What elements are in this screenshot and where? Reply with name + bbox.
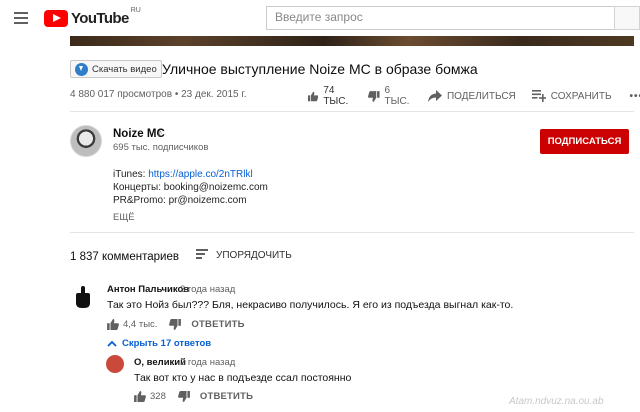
comment-avatar[interactable] xyxy=(70,284,96,310)
watermark: Atam.ndvuz.na.ou.ab xyxy=(509,396,604,407)
download-video-label: Скачать видео xyxy=(92,63,157,75)
thumbs-down-icon[interactable] xyxy=(177,391,190,402)
thumbs-up-icon[interactable] xyxy=(107,319,119,330)
thumbs-up-icon xyxy=(308,91,319,101)
music-note-icon: ♪ xyxy=(157,127,163,139)
hide-replies-button[interactable]: Скрыть 17 ответов xyxy=(107,338,211,349)
save-label: СОХРАНИТЬ xyxy=(550,90,612,102)
video-player[interactable] xyxy=(70,36,634,46)
reply-time[interactable]: 2 года назад xyxy=(180,357,235,368)
share-button[interactable]: ПОДЕЛИТЬСЯ xyxy=(427,90,516,102)
channel-avatar[interactable] xyxy=(70,125,102,157)
sort-label: УПОРЯДОЧИТЬ xyxy=(216,249,292,261)
reply-author[interactable]: О, великий xyxy=(134,357,186,368)
reply-text: Так вот кто у нас в подъезде ссал постоя… xyxy=(134,372,352,384)
search-input[interactable]: Введите запрос xyxy=(266,6,614,30)
sort-icon xyxy=(196,249,208,261)
reply-actions: 328 ОТВЕТИТЬ xyxy=(134,391,253,402)
logo-region: RU xyxy=(130,7,141,14)
dislike-button[interactable]: 6 ТЫС. xyxy=(367,85,412,107)
reply-button[interactable]: ОТВЕТИТЬ xyxy=(200,391,253,402)
description-promo-line: PR&Promo: pr@noizemc.com xyxy=(113,195,247,206)
comment-text: Так это Нойз был??? Бля, некрасиво получ… xyxy=(107,299,514,311)
hide-replies-label: Скрыть 17 ответов xyxy=(122,338,212,349)
sort-comments-button[interactable]: УПОРЯДОЧИТЬ xyxy=(196,249,292,261)
comment-actions: 4,4 тыс. ОТВЕТИТЬ xyxy=(107,319,245,330)
subscribe-button[interactable]: ПОДПИСАТЬСЯ xyxy=(540,129,629,154)
youtube-play-icon xyxy=(44,9,68,27)
comment-time[interactable]: 3 года назад xyxy=(180,284,235,295)
thumbs-down-icon xyxy=(367,90,380,102)
itunes-link[interactable]: https://apple.co/2nTRlkl xyxy=(148,169,253,180)
comment-count: 1 837 комментариев xyxy=(70,251,179,263)
logo-text: YouTube xyxy=(71,9,129,27)
share-label: ПОДЕЛИТЬСЯ xyxy=(446,90,516,102)
share-icon xyxy=(427,90,442,102)
itunes-label: iTunes: xyxy=(113,169,149,180)
hand-gesture-icon xyxy=(76,286,90,308)
youtube-logo[interactable]: YouTube RU xyxy=(44,7,141,27)
divider xyxy=(70,111,634,112)
subscriber-count: 695 тыс. подписчиков xyxy=(113,142,209,153)
comment-like-count: 4,4 тыс. xyxy=(123,319,158,330)
save-button[interactable]: СОХРАНИТЬ xyxy=(531,90,612,102)
chevron-up-icon xyxy=(107,340,117,347)
video-description: iTunes: https://apple.co/2nTRlkl Концерт… xyxy=(113,168,268,207)
more-actions-icon[interactable]: ••• xyxy=(630,91,640,102)
playlist-add-icon xyxy=(531,90,546,102)
description-itunes-line: iTunes: https://apple.co/2nTRlkl xyxy=(113,168,268,181)
download-icon xyxy=(75,62,88,76)
video-actions: 74 ТЫС. 6 ТЫС. ПОДЕЛИТЬСЯ СОХРАНИТЬ ••• xyxy=(308,85,640,107)
like-button[interactable]: 74 ТЫС. xyxy=(308,85,352,107)
show-more-button[interactable]: ЕЩЁ xyxy=(113,212,135,223)
download-video-button[interactable]: Скачать видео xyxy=(70,60,162,78)
video-title: Уличное выступление Noize MC в образе бо… xyxy=(162,61,478,77)
reply-avatar[interactable] xyxy=(106,355,124,373)
comment-author[interactable]: Антон Пальчиков xyxy=(107,284,189,295)
divider xyxy=(70,232,634,233)
search-button[interactable] xyxy=(614,6,640,30)
thumbs-up-icon[interactable] xyxy=(134,391,146,402)
dislike-count: 6 ТЫС. xyxy=(384,85,410,107)
description-concerts-line: Концерты: booking@noizemc.com xyxy=(113,182,268,193)
thumbs-down-icon[interactable] xyxy=(169,319,182,330)
like-count: 74 ТЫС. xyxy=(323,85,349,107)
reply-like-count: 328 xyxy=(150,391,166,402)
hamburger-menu-icon[interactable] xyxy=(14,12,28,24)
reply-button[interactable]: ОТВЕТИТЬ xyxy=(191,319,244,330)
views-and-date: 4 880 017 просмотров • 23 дек. 2015 г. xyxy=(70,89,247,100)
